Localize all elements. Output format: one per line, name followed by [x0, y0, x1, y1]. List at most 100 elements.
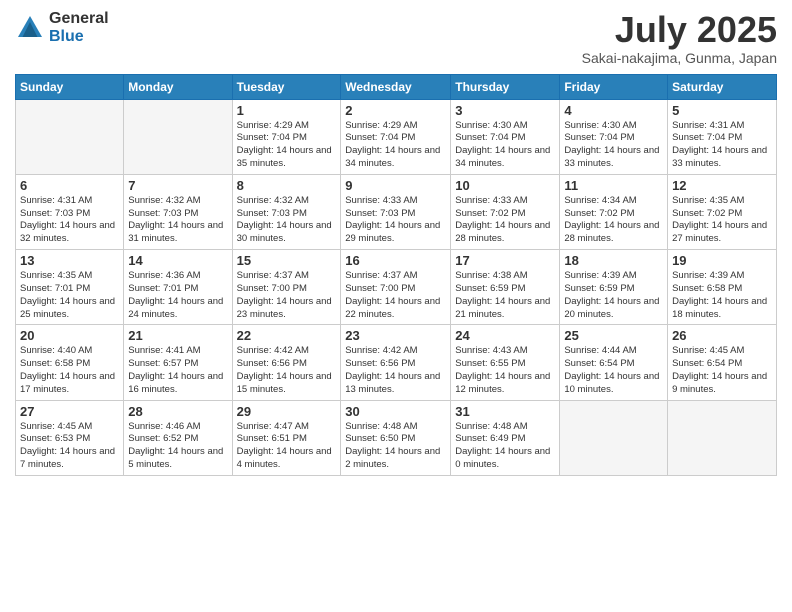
day-info: Sunrise: 4:37 AMSunset: 7:00 PMDaylight:… — [237, 270, 337, 321]
day-info: Sunrise: 4:33 AMSunset: 7:02 PMDaylight:… — [455, 195, 555, 246]
logo-icon — [15, 13, 45, 43]
calendar-cell: 1 Sunrise: 4:29 AMSunset: 7:04 PMDaylight… — [232, 99, 341, 174]
day-number: 22 — [237, 328, 337, 343]
calendar-cell: 18 Sunrise: 4:39 AMSunset: 6:59 PMDayligh… — [560, 250, 668, 325]
day-info: Sunrise: 4:45 AMSunset: 6:53 PMDaylight:… — [20, 421, 119, 472]
day-number: 7 — [128, 178, 227, 193]
calendar-cell: 23 Sunrise: 4:42 AMSunset: 6:56 PMDayligh… — [341, 325, 451, 400]
calendar-cell — [124, 99, 232, 174]
day-number: 15 — [237, 253, 337, 268]
calendar-cell: 6 Sunrise: 4:31 AMSunset: 7:03 PMDaylight… — [16, 174, 124, 249]
day-number: 8 — [237, 178, 337, 193]
logo-text: General Blue — [49, 10, 109, 45]
calendar-cell: 15 Sunrise: 4:37 AMSunset: 7:00 PMDayligh… — [232, 250, 341, 325]
calendar-cell — [560, 400, 668, 475]
day-number: 23 — [345, 328, 446, 343]
calendar-cell: 9 Sunrise: 4:33 AMSunset: 7:03 PMDaylight… — [341, 174, 451, 249]
day-info: Sunrise: 4:40 AMSunset: 6:58 PMDaylight:… — [20, 345, 119, 396]
day-number: 4 — [564, 103, 663, 118]
title-block: July 2025 Sakai-nakajima, Gunma, Japan — [582, 10, 777, 66]
calendar-cell: 20 Sunrise: 4:40 AMSunset: 6:58 PMDayligh… — [16, 325, 124, 400]
day-number: 9 — [345, 178, 446, 193]
calendar-cell — [668, 400, 777, 475]
calendar-cell: 21 Sunrise: 4:41 AMSunset: 6:57 PMDayligh… — [124, 325, 232, 400]
day-info: Sunrise: 4:34 AMSunset: 7:02 PMDaylight:… — [564, 195, 663, 246]
calendar-cell: 26 Sunrise: 4:45 AMSunset: 6:54 PMDayligh… — [668, 325, 777, 400]
day-info: Sunrise: 4:33 AMSunset: 7:03 PMDaylight:… — [345, 195, 446, 246]
logo-blue-text: Blue — [49, 28, 109, 46]
day-info: Sunrise: 4:42 AMSunset: 6:56 PMDaylight:… — [345, 345, 446, 396]
weekday-header-sunday: Sunday — [16, 74, 124, 99]
calendar-week-row: 6 Sunrise: 4:31 AMSunset: 7:03 PMDaylight… — [16, 174, 777, 249]
page-header: General Blue July 2025 Sakai-nakajima, G… — [15, 10, 777, 66]
day-number: 10 — [455, 178, 555, 193]
day-info: Sunrise: 4:32 AMSunset: 7:03 PMDaylight:… — [128, 195, 227, 246]
day-number: 20 — [20, 328, 119, 343]
day-info: Sunrise: 4:47 AMSunset: 6:51 PMDaylight:… — [237, 421, 337, 472]
day-info: Sunrise: 4:39 AMSunset: 6:58 PMDaylight:… — [672, 270, 772, 321]
day-info: Sunrise: 4:48 AMSunset: 6:50 PMDaylight:… — [345, 421, 446, 472]
calendar-title: July 2025 — [582, 10, 777, 50]
day-info: Sunrise: 4:30 AMSunset: 7:04 PMDaylight:… — [564, 120, 663, 171]
logo-general-text: General — [49, 10, 109, 28]
day-number: 19 — [672, 253, 772, 268]
day-number: 25 — [564, 328, 663, 343]
weekday-header-thursday: Thursday — [451, 74, 560, 99]
weekday-header-tuesday: Tuesday — [232, 74, 341, 99]
calendar-cell: 25 Sunrise: 4:44 AMSunset: 6:54 PMDayligh… — [560, 325, 668, 400]
day-number: 16 — [345, 253, 446, 268]
day-info: Sunrise: 4:36 AMSunset: 7:01 PMDaylight:… — [128, 270, 227, 321]
day-number: 18 — [564, 253, 663, 268]
logo: General Blue — [15, 10, 109, 45]
day-number: 11 — [564, 178, 663, 193]
day-info: Sunrise: 4:43 AMSunset: 6:55 PMDaylight:… — [455, 345, 555, 396]
calendar-cell — [16, 99, 124, 174]
calendar-cell: 11 Sunrise: 4:34 AMSunset: 7:02 PMDayligh… — [560, 174, 668, 249]
calendar-cell: 5Sunrise: 4:31 AMSunset: 7:04 PMDaylight… — [668, 99, 777, 174]
calendar-cell: 7 Sunrise: 4:32 AMSunset: 7:03 PMDaylight… — [124, 174, 232, 249]
calendar-page: General Blue July 2025 Sakai-nakajima, G… — [0, 0, 792, 612]
calendar-cell: 30 Sunrise: 4:48 AMSunset: 6:50 PMDayligh… — [341, 400, 451, 475]
day-number: 2 — [345, 103, 446, 118]
calendar-cell: 16 Sunrise: 4:37 AMSunset: 7:00 PMDayligh… — [341, 250, 451, 325]
day-info: Sunrise: 4:45 AMSunset: 6:54 PMDaylight:… — [672, 345, 772, 396]
day-info: Sunrise: 4:29 AMSunset: 7:04 PMDaylight:… — [345, 120, 446, 171]
day-info: Sunrise: 4:35 AMSunset: 7:02 PMDaylight:… — [672, 195, 772, 246]
day-info: Sunrise: 4:46 AMSunset: 6:52 PMDaylight:… — [128, 421, 227, 472]
calendar-cell: 22 Sunrise: 4:42 AMSunset: 6:56 PMDayligh… — [232, 325, 341, 400]
day-number: 28 — [128, 404, 227, 419]
calendar-subtitle: Sakai-nakajima, Gunma, Japan — [582, 50, 777, 66]
day-info: Sunrise: 4:38 AMSunset: 6:59 PMDaylight:… — [455, 270, 555, 321]
day-number: 17 — [455, 253, 555, 268]
day-info: Sunrise: 4:44 AMSunset: 6:54 PMDaylight:… — [564, 345, 663, 396]
calendar-cell: 19 Sunrise: 4:39 AMSunset: 6:58 PMDayligh… — [668, 250, 777, 325]
day-number: 24 — [455, 328, 555, 343]
calendar-cell: 31Sunrise: 4:48 AMSunset: 6:49 PMDayligh… — [451, 400, 560, 475]
day-number: 29 — [237, 404, 337, 419]
day-number: 13 — [20, 253, 119, 268]
day-number: 21 — [128, 328, 227, 343]
calendar-cell: 17 Sunrise: 4:38 AMSunset: 6:59 PMDayligh… — [451, 250, 560, 325]
day-number: 1 — [237, 103, 337, 118]
calendar-table: SundayMondayTuesdayWednesdayThursdayFrid… — [15, 74, 777, 476]
weekday-header-wednesday: Wednesday — [341, 74, 451, 99]
day-info: Sunrise: 4:31 AMSunset: 7:04 PMDaylight:… — [672, 120, 772, 171]
day-info: Sunrise: 4:30 AMSunset: 7:04 PMDaylight:… — [455, 120, 555, 171]
day-number: 6 — [20, 178, 119, 193]
day-info: Sunrise: 4:41 AMSunset: 6:57 PMDaylight:… — [128, 345, 227, 396]
day-number: 27 — [20, 404, 119, 419]
day-info: Sunrise: 4:29 AMSunset: 7:04 PMDaylight:… — [237, 120, 337, 171]
day-number: 26 — [672, 328, 772, 343]
calendar-cell: 13 Sunrise: 4:35 AMSunset: 7:01 PMDayligh… — [16, 250, 124, 325]
day-number: 30 — [345, 404, 446, 419]
day-info: Sunrise: 4:42 AMSunset: 6:56 PMDaylight:… — [237, 345, 337, 396]
calendar-cell: 14Sunrise: 4:36 AMSunset: 7:01 PMDayligh… — [124, 250, 232, 325]
day-info: Sunrise: 4:31 AMSunset: 7:03 PMDaylight:… — [20, 195, 119, 246]
day-info: Sunrise: 4:37 AMSunset: 7:00 PMDaylight:… — [345, 270, 446, 321]
day-info: Sunrise: 4:39 AMSunset: 6:59 PMDaylight:… — [564, 270, 663, 321]
calendar-cell: 24 Sunrise: 4:43 AMSunset: 6:55 PMDayligh… — [451, 325, 560, 400]
calendar-cell: 28 Sunrise: 4:46 AMSunset: 6:52 PMDayligh… — [124, 400, 232, 475]
calendar-cell: 8Sunrise: 4:32 AMSunset: 7:03 PMDaylight… — [232, 174, 341, 249]
day-info: Sunrise: 4:35 AMSunset: 7:01 PMDaylight:… — [20, 270, 119, 321]
calendar-cell: 4 Sunrise: 4:30 AMSunset: 7:04 PMDaylight… — [560, 99, 668, 174]
